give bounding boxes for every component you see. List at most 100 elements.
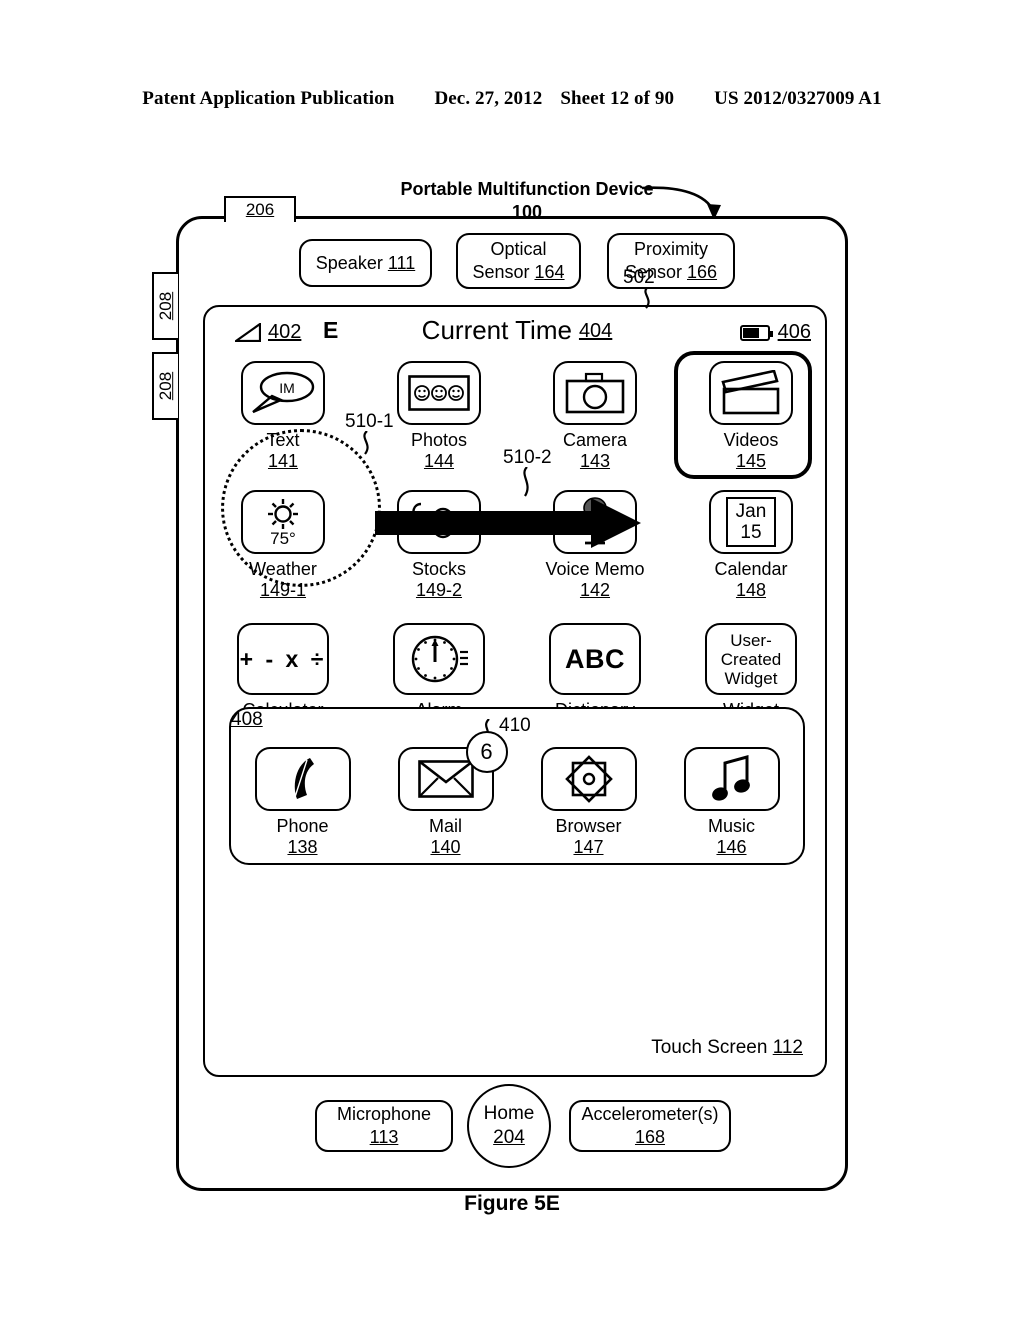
battery-group: 406 — [739, 321, 811, 344]
accelerometer-label: Accelerometer(s) — [581, 1104, 719, 1124]
publication-title: Patent Application Publication — [142, 88, 395, 109]
widget-app-button[interactable]: User- Created Widget — [705, 623, 797, 695]
battery-number: 406 — [777, 321, 811, 343]
calculator-icon: + - x ÷ — [239, 645, 327, 672]
voice-memo-app-label: Voice Memo — [545, 559, 645, 579]
app-icon-videos[interactable]: Videos 145 — [674, 351, 812, 479]
stocks-app-number: 149-2 — [415, 580, 463, 600]
im-bubble-icon: IM — [252, 371, 315, 414]
publication-header: Patent Application Publication Dec. 27, … — [0, 88, 1024, 110]
optical-sensor-line1: Optical — [490, 239, 547, 259]
accelerometer-number: 168 — [634, 1127, 666, 1147]
photos-app-button[interactable] — [397, 361, 481, 425]
music-app-button[interactable] — [683, 747, 780, 811]
side-button-208-lower[interactable]: 208 — [152, 352, 178, 420]
app-icon-calendar[interactable]: Jan 15 Calendar 148 — [692, 490, 810, 601]
alarm-app-button[interactable] — [393, 623, 485, 695]
mail-app-label: Mail — [428, 816, 462, 836]
speaker-number: 111 — [387, 252, 416, 273]
weather-app-button[interactable]: 75° — [241, 490, 325, 554]
dock-icon-music[interactable]: Music 146 — [673, 747, 791, 858]
widget-icon-line1: User- — [730, 630, 772, 650]
music-app-number: 146 — [716, 837, 747, 857]
photos-app-number: 144 — [423, 451, 455, 471]
browser-app-label: Browser — [555, 816, 622, 836]
side-button-208-upper[interactable]: 208 — [152, 272, 178, 340]
videos-app-label: Videos — [723, 430, 779, 450]
mail-envelope-icon — [417, 760, 474, 798]
music-note-icon — [711, 755, 750, 801]
mail-app-number: 140 — [430, 837, 461, 857]
callout-510-2-leader — [523, 467, 529, 497]
microphone-number: 113 — [369, 1127, 399, 1147]
camera-app-button[interactable] — [553, 361, 637, 425]
widget-icon-line2: Created — [720, 649, 782, 669]
calendar-app-button[interactable]: Jan 15 — [709, 490, 793, 554]
touch-screen-label: Touch Screen — [651, 1037, 768, 1058]
callout-502: 502 — [623, 267, 655, 309]
microphone-label: Microphone — [336, 1104, 432, 1124]
publication-date: Dec. 27, 2012 — [434, 88, 543, 109]
callout-410: 410 — [484, 715, 531, 738]
touch-screen[interactable]: 402 E Current Time 404 406 502 510-1 510… — [203, 267, 829, 1077]
app-icon-text[interactable]: IM Text 141 — [224, 361, 342, 472]
dock-row: Phone 138 6 Mail 140 Browser 147 Music 1… — [231, 731, 803, 858]
microphone-pill: Microphone 113 — [315, 1100, 453, 1152]
proximity-sensor-line1: Proximity — [633, 239, 708, 259]
side-button-upper-number: 208 — [156, 291, 175, 321]
touch-screen-label-group: Touch Screen 112 — [651, 1037, 803, 1059]
weather-app-label: Weather — [249, 559, 317, 579]
calculator-app-button[interactable]: + - x ÷ — [237, 623, 329, 695]
top-button-number: 206 — [245, 200, 275, 219]
calendar-app-label: Calendar — [714, 559, 788, 579]
callout-510-1-text: 510-1 — [345, 411, 394, 432]
dictionary-icon: ABC — [565, 643, 625, 674]
mail-unread-badge: 6 — [465, 731, 508, 773]
browser-app-button[interactable] — [540, 747, 637, 811]
photos-smileys-icon — [408, 375, 470, 411]
speaker-pill: Speaker 111 — [299, 239, 432, 287]
text-app-label: Text — [266, 430, 300, 450]
dock-tray: 410 408 Phone 138 6 Mail 140 Browser 147… — [229, 707, 805, 865]
text-app-number: 141 — [267, 451, 299, 471]
weather-temperature: 75° — [270, 529, 296, 548]
current-time-number: 404 — [578, 320, 613, 342]
accelerometer-pill: Accelerometer(s) 168 — [569, 1100, 731, 1152]
phone-handset-icon — [293, 758, 314, 799]
text-app-button[interactable]: IM — [241, 361, 325, 425]
home-button[interactable]: Home 204 — [467, 1084, 551, 1168]
callout-410-text: 410 — [499, 715, 531, 736]
dictionary-app-button[interactable]: ABC — [549, 623, 641, 695]
home-button-label: Home — [483, 1103, 535, 1124]
phone-app-number: 138 — [287, 837, 318, 857]
photos-app-label: Photos — [410, 430, 468, 450]
home-button-number: 204 — [493, 1127, 525, 1148]
stocks-app-label: Stocks — [411, 559, 467, 579]
app-icon-weather[interactable]: 75° Weather 149-1 — [224, 490, 342, 601]
app-icon-photos[interactable]: Photos 144 — [380, 361, 498, 472]
svg-text:IM: IM — [279, 380, 295, 396]
callout-502-text: 502 — [623, 267, 655, 288]
app-icon-camera[interactable]: Camera 143 — [536, 361, 654, 472]
figure-caption: Figure 5E — [464, 1192, 560, 1215]
phone-app-button[interactable] — [254, 747, 351, 811]
mail-app-button[interactable]: 6 — [397, 731, 508, 811]
widget-icon-line3: Widget — [724, 668, 778, 688]
side-button-lower-number: 208 — [156, 371, 175, 401]
dock-icon-browser[interactable]: Browser 147 — [530, 747, 648, 858]
alarm-clock-icon — [411, 635, 468, 683]
calendar-month: Jan — [735, 501, 767, 522]
calendar-day: 15 — [740, 522, 762, 543]
portable-multifunction-device: UI 500E Speaker 111 Optical Sensor 164 P… — [176, 216, 848, 1191]
top-button-206[interactable]: 206 — [224, 196, 296, 222]
videos-app-button[interactable] — [709, 361, 793, 425]
music-app-label: Music — [707, 816, 755, 836]
dock-icon-mail[interactable]: 6 Mail 140 — [387, 731, 508, 858]
sheet-number: Sheet 12 of 90 — [560, 88, 675, 109]
current-time-group: Current Time 404 — [205, 315, 829, 346]
device-title-line1: Portable Multifunction Device — [400, 179, 654, 199]
touch-screen-number: 112 — [772, 1037, 803, 1058]
swipe-gesture-arrow — [375, 498, 641, 548]
camera-icon — [565, 372, 625, 414]
dock-icon-phone[interactable]: Phone 138 — [244, 747, 362, 858]
